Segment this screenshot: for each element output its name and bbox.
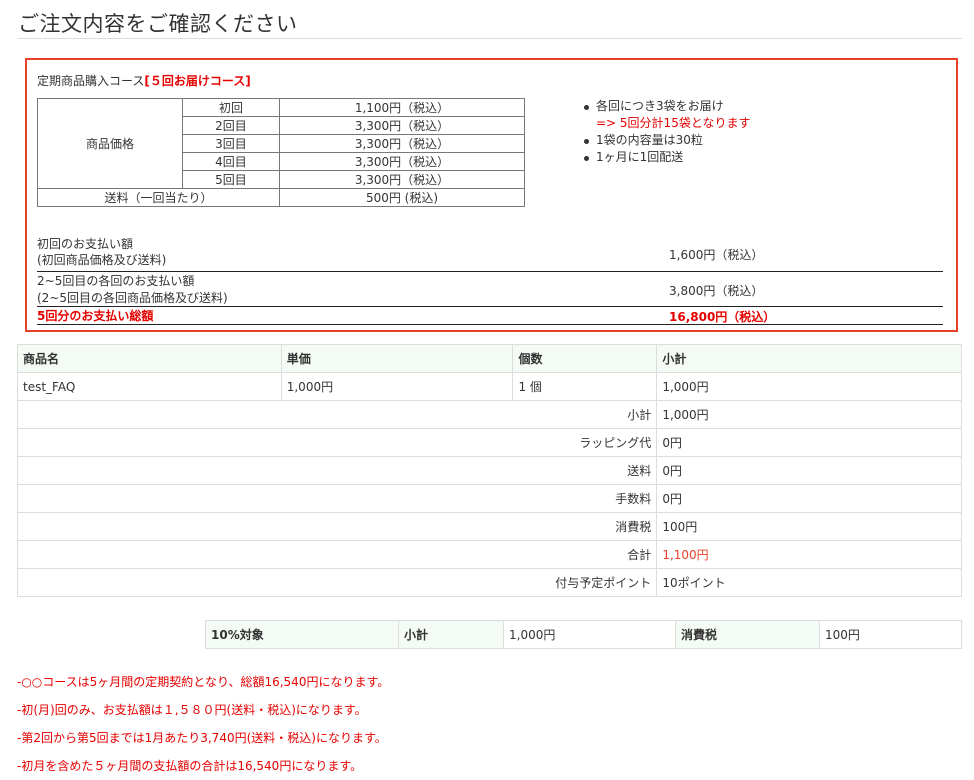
shipping-row: 送料（一回当たり） 500円 (税込)	[37, 188, 525, 207]
summary-label: 小計	[16, 400, 658, 429]
points-value: 10ポイント	[656, 568, 962, 597]
course-box: 定期商品購入コース[５回お届けコース] 商品価格 初回 1,100円（税込） 2…	[25, 58, 958, 332]
summary-row: 付与予定ポイント 10ポイント	[16, 568, 962, 597]
shipping-value: 500円 (税込)	[279, 188, 525, 207]
table-row: test_FAQ 1,000円 1 個 1,000円	[17, 372, 962, 401]
summary-row: ラッピング代 0円	[16, 428, 962, 457]
delivery-number: 3回目	[182, 134, 280, 153]
summary-row: 手数料 0円	[16, 484, 962, 513]
summary-row: 送料 0円	[16, 456, 962, 485]
info-item-highlight: => 5回分計15袋となります	[596, 116, 751, 130]
recurring-payment-sublabel: (2~5回目の各回商品価格及び送料)	[37, 291, 228, 305]
delivery-price: 3,300円（税込）	[279, 134, 525, 153]
delivery-number: 初回	[182, 98, 280, 117]
total-value: 1,100円	[656, 540, 962, 569]
summary-label: ラッピング代	[16, 428, 658, 457]
product-name: test_FAQ	[17, 372, 282, 401]
price-row: 商品価格 初回 1,100円（税込）	[37, 98, 525, 189]
recurring-payment-row: 2~5回目の各回のお支払い額 (2~5回目の各回商品価格及び送料) 3,800円…	[37, 272, 943, 307]
tax-target: 10%対象	[205, 620, 399, 649]
header-unit-price: 単価	[280, 344, 514, 373]
delivery-number: 5回目	[182, 170, 280, 189]
note-item: -初月を含めた５ヶ月間の支払額の合計は16,540円になります。	[17, 759, 363, 773]
product-subtotal: 1,000円	[656, 372, 962, 401]
note-item: -初(月)回のみ、お支払額は１,５８０円(送料・税込)になります。	[17, 703, 367, 717]
header-subtotal: 小計	[656, 344, 962, 373]
course-label: 定期商品購入コース	[37, 74, 145, 88]
delivery-price: 1,100円（税込）	[279, 98, 525, 117]
points-label: 付与予定ポイント	[16, 568, 658, 597]
first-payment-label: 初回のお支払い額	[37, 237, 134, 251]
summary-label: 消費税	[16, 512, 658, 541]
summary-row: 小計 1,000円	[16, 400, 962, 429]
delivery-price: 3,300円（税込）	[279, 116, 525, 135]
product-price: 1,000円	[280, 372, 514, 401]
tax-row: 10%対象 小計 1,000円 消費税 100円	[205, 620, 962, 649]
summary-value: 0円	[656, 484, 962, 513]
delivery-number: 4回目	[182, 152, 280, 171]
course-info-list: 各回につき3袋をお届け => 5回分計15袋となります 1袋の内容量は30粒 1…	[582, 98, 750, 166]
price-label: 商品価格	[37, 98, 183, 189]
order-table: 商品名 単価 個数 小計 test_FAQ 1,000円 1 個 1,000円 …	[16, 344, 962, 597]
summary-value: 100円	[656, 512, 962, 541]
delivery-price: 3,300円（税込）	[279, 170, 525, 189]
title-divider	[18, 38, 962, 39]
total-label: 合計	[16, 540, 658, 569]
payment-summary: 初回のお支払い額 (初回商品価格及び送料) 1,600円（税込） 2~5回目の各…	[37, 236, 943, 325]
tax-amount-label: 消費税	[675, 620, 820, 649]
info-item: 1袋の内容量は30粒	[582, 132, 750, 149]
course-title: 定期商品購入コース[５回お届けコース]	[37, 72, 251, 89]
summary-value: 0円	[656, 428, 962, 457]
recurring-payment-label: 2~5回目の各回のお支払い額	[37, 274, 195, 288]
price-table: 商品価格 初回 1,100円（税込） 2回目 3,300円（税込） 3回目 3,…	[37, 98, 525, 207]
info-item: 1ヶ月に1回配送	[582, 149, 750, 166]
note-item: -第2回から第5回までは1月あたり3,740円(送料・税込)になります。	[17, 731, 387, 745]
page-title: ご注文内容をご確認ください	[18, 12, 298, 36]
first-payment-sublabel: (初回商品価格及び送料)	[37, 253, 167, 267]
summary-label: 手数料	[16, 484, 658, 513]
tax-subtotal-label: 小計	[398, 620, 504, 649]
note-item: -○○コースは5ヶ月間の定期契約となり、総額16,540円になります。	[17, 675, 390, 689]
tax-subtotal-value: 1,000円	[503, 620, 676, 649]
total-payment-row: 5回分のお支払い総額 16,800円（税込）	[37, 307, 943, 325]
recurring-payment-value: 3,800円（税込）	[669, 284, 764, 298]
summary-row: 合計 1,100円	[16, 540, 962, 569]
first-payment-value: 1,600円（税込）	[669, 248, 764, 262]
tax-amount-value: 100円	[819, 620, 962, 649]
info-item: 各回につき3袋をお届け	[582, 98, 750, 115]
header-product-name: 商品名	[17, 344, 282, 373]
summary-label: 送料	[16, 456, 658, 485]
product-quantity: 1 個	[512, 372, 658, 401]
delivery-price: 3,300円（税込）	[279, 152, 525, 171]
order-header-row: 商品名 単価 個数 小計	[17, 344, 962, 373]
tax-table: 10%対象 小計 1,000円 消費税 100円	[205, 620, 962, 649]
header-quantity: 個数	[512, 344, 658, 373]
shipping-label: 送料（一回当たり）	[37, 188, 280, 207]
course-name: [５回お届けコース]	[144, 74, 251, 88]
notes: -○○コースは5ヶ月間の定期契約となり、総額16,540円になります。 -初(月…	[17, 668, 389, 780]
total-payment-value: 16,800円（税込）	[669, 310, 776, 324]
delivery-number: 2回目	[182, 116, 280, 135]
first-payment-row: 初回のお支払い額 (初回商品価格及び送料) 1,600円（税込）	[37, 236, 943, 272]
summary-row: 消費税 100円	[16, 512, 962, 541]
total-payment-label: 5回分のお支払い総額	[37, 309, 154, 323]
summary-value: 1,000円	[656, 400, 962, 429]
summary-value: 0円	[656, 456, 962, 485]
